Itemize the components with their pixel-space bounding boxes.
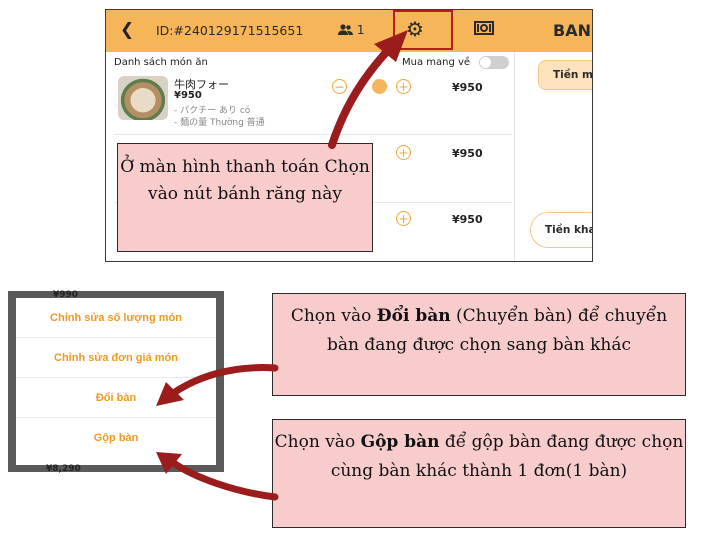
arrow-to-change-table xyxy=(168,364,279,398)
arrow-to-merge-table xyxy=(168,458,279,501)
annotation-arrows xyxy=(156,30,408,501)
arrow-to-gear xyxy=(328,44,394,149)
